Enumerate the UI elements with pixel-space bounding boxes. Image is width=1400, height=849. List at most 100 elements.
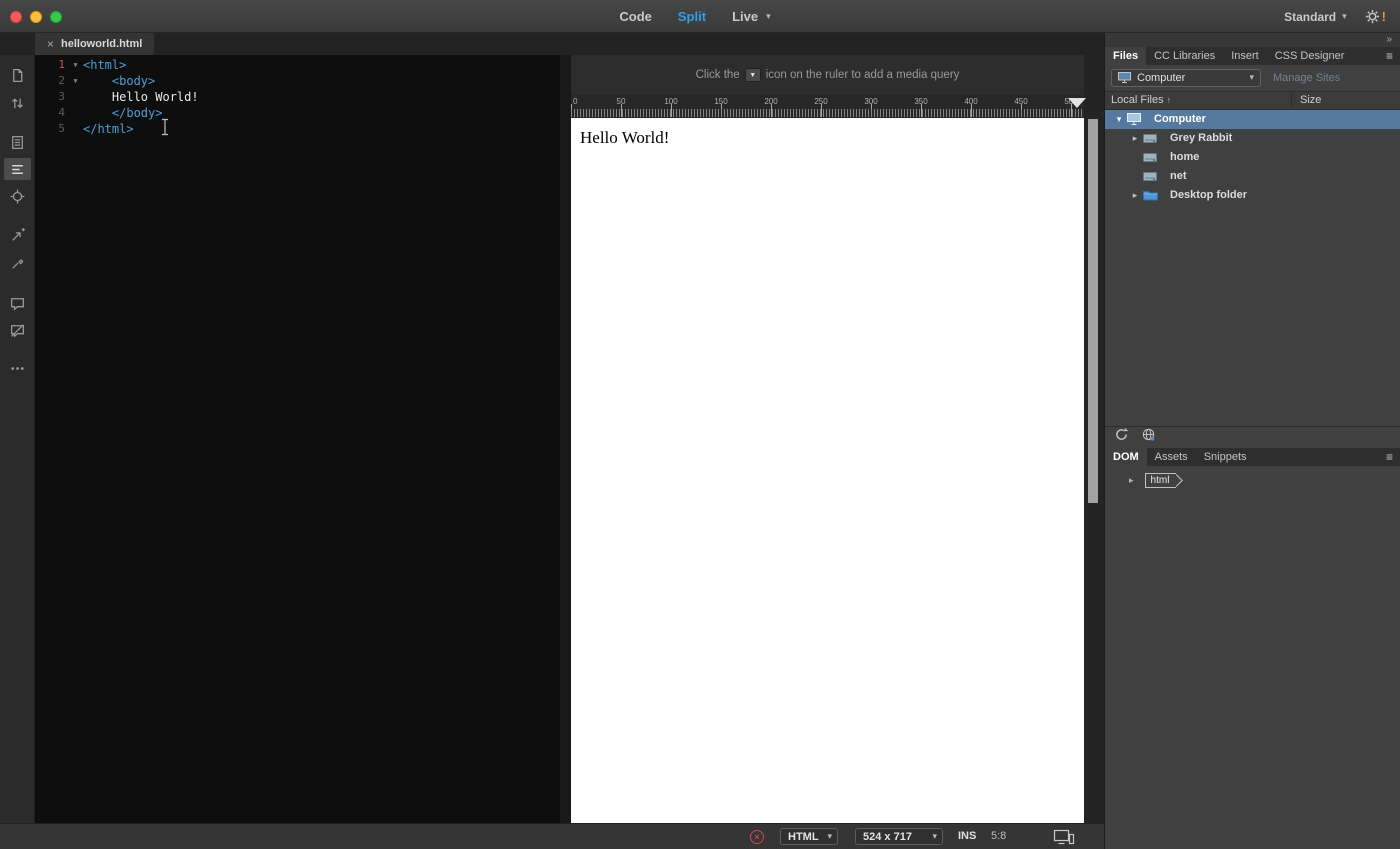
cursor-position-indicator: 5:8 — [991, 830, 1007, 842]
split-view-button[interactable]: Split — [678, 9, 706, 24]
live-view-label: Live — [732, 9, 759, 24]
code-editor[interactable]: 1 ▼ <html> 2 ▼ <body> 3 Hello World! 4 <… — [35, 55, 560, 823]
error-indicator-icon[interactable]: × — [750, 830, 764, 844]
chevron-down-icon: ▾ — [766, 11, 771, 21]
tree-expander-closed-icon[interactable]: ▸ — [1127, 190, 1143, 201]
device-preview-icon[interactable] — [1053, 828, 1075, 849]
tab-cc-libraries[interactable]: CC Libraries — [1146, 47, 1223, 65]
manage-sites-link[interactable]: Manage Sites — [1273, 72, 1340, 84]
tab-insert[interactable]: Insert — [1223, 47, 1267, 65]
code-text: <body> — [83, 74, 156, 88]
more-options-icon[interactable] — [4, 357, 31, 379]
open-documents-icon[interactable] — [4, 64, 31, 86]
code-fold-spacer — [68, 89, 83, 105]
files-panel-tabs: Files CC Libraries Insert CSS Designer ≡ — [1105, 46, 1400, 65]
line-number: 2 — [58, 74, 65, 87]
file-management-icon[interactable] — [4, 92, 31, 114]
code-fold-icon[interactable]: ▼ — [68, 57, 83, 73]
tree-row-computer[interactable]: ▾ Computer — [1105, 109, 1400, 129]
live-view-scrollbar-track[interactable] — [1084, 55, 1104, 823]
live-view-options-icon[interactable] — [4, 131, 31, 153]
live-view-scrollbar-thumb[interactable] — [1088, 119, 1098, 503]
panel-menu-icon[interactable]: ≡ — [1386, 448, 1400, 466]
remove-comment-icon[interactable] — [4, 319, 31, 341]
insert-mode-indicator[interactable]: INS — [958, 830, 976, 842]
media-query-bar: Click the ▼ icon on the ruler to add a m… — [571, 55, 1084, 95]
tab-assets[interactable]: Assets — [1147, 448, 1196, 466]
tab-dom[interactable]: DOM — [1105, 447, 1147, 466]
sort-ascending-icon: ↑ — [1166, 95, 1172, 106]
doctype-select[interactable]: HTML ▾ — [780, 828, 838, 845]
code-text: <html> — [83, 58, 127, 72]
inspect-mode-icon[interactable] — [4, 185, 31, 207]
computer-icon — [1118, 72, 1131, 84]
format-source-code-icon[interactable] — [4, 158, 31, 180]
panel-menu-icon[interactable]: ≡ — [1386, 47, 1400, 65]
media-query-hint-prefix: Click the — [695, 69, 740, 81]
code-line: 1 ▼ <html> — [35, 57, 560, 73]
apply-comment-icon[interactable] — [4, 292, 31, 314]
line-number: 3 — [58, 90, 65, 103]
live-document-text[interactable]: Hello World! — [580, 128, 669, 147]
live-view-ruler[interactable]: 0 50 100 150 200 250 300 350 400 450 500 — [571, 95, 1086, 118]
media-query-marker-icon[interactable] — [1068, 98, 1086, 108]
refresh-icon[interactable] — [1114, 427, 1129, 447]
tree-expander-closed-icon[interactable]: ▸ — [1129, 473, 1134, 488]
code-fold-icon[interactable]: ▼ — [68, 73, 83, 89]
tree-label: Desktop folder — [1170, 189, 1248, 202]
tree-row-net[interactable]: net — [1105, 167, 1400, 186]
file-panel-toolbar — [1105, 425, 1400, 448]
live-document[interactable]: Hello World! — [571, 118, 1084, 823]
site-select-value: Computer — [1137, 71, 1186, 84]
document-tab-filename: helloworld.html — [61, 38, 143, 50]
code-fold-spacer — [68, 105, 83, 121]
window-size-value: 524 x 717 — [863, 830, 912, 843]
media-query-badge-icon: ▼ — [744, 68, 761, 82]
dom-node-html[interactable]: html — [1144, 472, 1184, 488]
code-text: </html> — [83, 122, 134, 136]
column-local-files[interactable]: Local Files ↑ — [1105, 94, 1291, 106]
workspace-label: Standard — [1284, 9, 1337, 24]
site-chooser-row: Computer ▾ Manage Sites — [1105, 65, 1400, 91]
document-tab[interactable]: × helloworld.html — [35, 33, 155, 55]
extract-icon[interactable] — [4, 224, 31, 246]
code-line: 3 Hello World! — [35, 89, 560, 105]
folder-icon — [1143, 189, 1161, 201]
line-number: 5 — [58, 122, 65, 135]
tab-css-designer[interactable]: CSS Designer — [1267, 47, 1353, 65]
tab-snippets[interactable]: Snippets — [1196, 448, 1255, 466]
tab-files[interactable]: Files — [1105, 46, 1147, 65]
column-size[interactable]: Size — [1291, 94, 1400, 107]
tree-row-desktop-folder[interactable]: ▸ Desktop folder — [1105, 186, 1400, 205]
document-tab-bar: × helloworld.html — [0, 33, 1104, 55]
close-tab-icon[interactable]: × — [47, 38, 54, 50]
disk-icon — [1143, 152, 1161, 163]
file-list-column-headers: Local Files ↑ Size — [1105, 90, 1400, 110]
line-number: 4 — [58, 106, 65, 119]
workspace-switcher[interactable]: Standard ▾ — [1284, 10, 1347, 24]
line-number: 1 — [58, 58, 65, 71]
tree-row-home[interactable]: home — [1105, 148, 1400, 167]
chevron-down-icon: ▾ — [1342, 11, 1347, 21]
code-view-button[interactable]: Code — [619, 9, 652, 24]
live-view-button[interactable]: Live ▾ — [732, 9, 771, 24]
gear-icon — [1365, 9, 1379, 24]
window-size-select[interactable]: 524 x 717 ▾ — [855, 828, 943, 845]
style-paint-icon[interactable] — [4, 252, 31, 274]
tree-row-grey-rabbit[interactable]: ▸ Grey Rabbit — [1105, 129, 1400, 148]
dom-panel-tabs: DOM Assets Snippets ≡ — [1105, 447, 1400, 466]
panel-sidebar: » Files CC Libraries Insert CSS Designer… — [1104, 33, 1400, 849]
tree-label: Computer — [1154, 113, 1206, 126]
collapse-panels-icon[interactable]: » — [1386, 33, 1392, 47]
site-select[interactable]: Computer ▾ — [1111, 68, 1261, 87]
panel-header-strip: » — [1105, 33, 1400, 47]
alert-badge: ! — [1381, 9, 1386, 24]
globe-icon[interactable] — [1141, 427, 1156, 447]
dom-node-label: html — [1150, 474, 1170, 486]
split-view-divider[interactable] — [560, 55, 571, 823]
tree-expander-closed-icon[interactable]: ▸ — [1127, 133, 1143, 144]
media-query-hint-suffix: icon on the ruler to add a media query — [765, 69, 960, 81]
preferences-button[interactable]: ! — [1365, 9, 1386, 24]
tree-expander-open-icon[interactable]: ▾ — [1111, 114, 1127, 125]
code-fold-spacer — [68, 121, 83, 137]
